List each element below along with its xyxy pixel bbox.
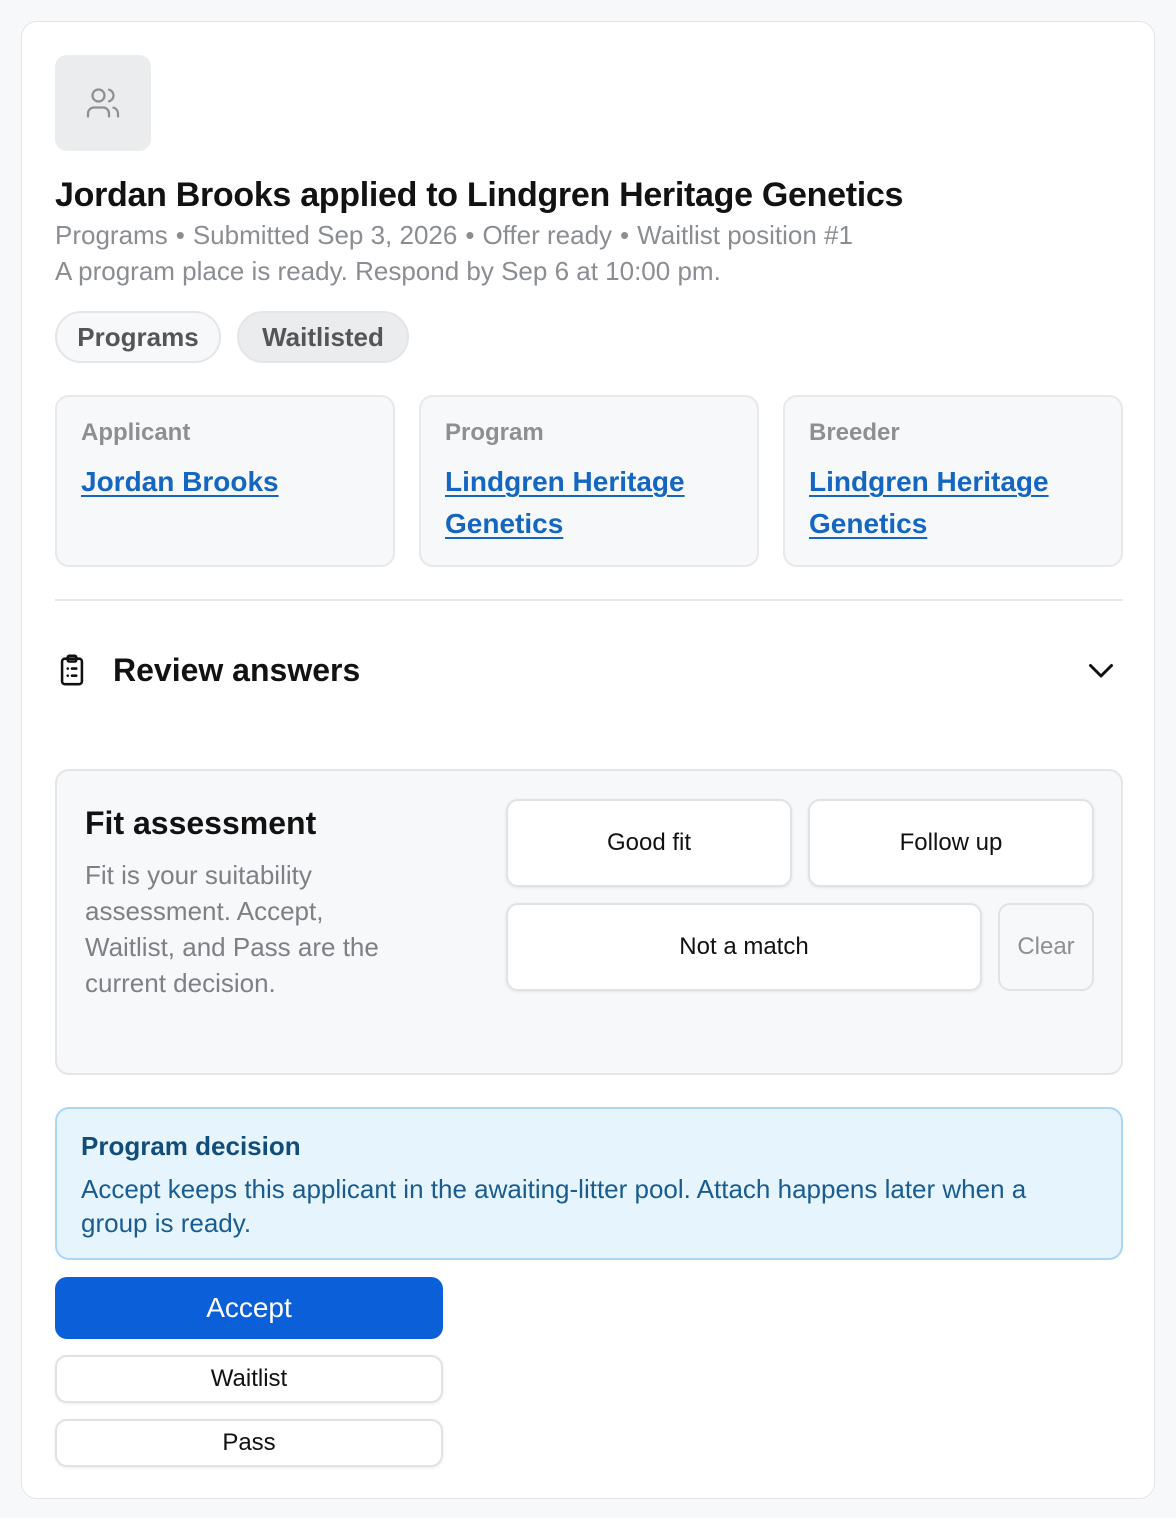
good-fit-button[interactable]: Good fit <box>506 799 792 887</box>
program-decision-info: Program decision Accept keeps this appli… <box>55 1107 1123 1260</box>
follow-up-button[interactable]: Follow up <box>808 799 1094 887</box>
not-a-match-button[interactable]: Not a match <box>506 903 982 991</box>
page-title: Jordan Brooks applied to Lindgren Herita… <box>55 176 904 214</box>
program-link[interactable]: Lindgren Heritage Genetics <box>445 466 685 539</box>
meta-submitted: Submitted Sep 3, 2026 <box>192 220 458 250</box>
deadline-note: A program place is ready. Respond by Sep… <box>55 256 721 286</box>
review-answers-toggle[interactable]: Review answers <box>55 640 1123 700</box>
applicant-label: Applicant <box>81 419 191 446</box>
fit-assessment-title: Fit assessment <box>85 805 317 841</box>
users-avatar <box>55 55 151 151</box>
program-card: Program Lindgren Heritage Genetics <box>419 395 759 567</box>
meta-offer-status: Offer ready <box>482 220 613 250</box>
breeder-link[interactable]: Lindgren Heritage Genetics <box>809 466 1049 539</box>
applicant-card: Applicant Jordan Brooks <box>55 395 395 567</box>
review-answers-label: Review answers <box>113 651 361 688</box>
pass-button[interactable]: Pass <box>55 1419 443 1467</box>
tag-programs: Programs <box>55 311 221 363</box>
application-card: Jordan Brooks applied to Lindgren Herita… <box>21 21 1155 1499</box>
waitlist-button[interactable]: Waitlist <box>55 1355 443 1403</box>
section-divider <box>55 599 1123 601</box>
clear-button[interactable]: Clear <box>998 903 1094 991</box>
users-icon <box>86 88 120 118</box>
program-decision-text: Accept keeps this applicant in the await… <box>81 1174 1027 1238</box>
breeder-label: Breeder <box>809 419 900 446</box>
accept-button[interactable]: Accept <box>55 1277 443 1339</box>
fit-assessment-panel: Fit assessment Fit is your suitability a… <box>55 769 1123 1075</box>
chevron-down-icon[interactable] <box>1083 652 1119 688</box>
application-meta: Programs • Submitted Sep 3, 2026 • Offer rea… <box>55 220 853 250</box>
meta-waitlist-position: Waitlist position #1 <box>637 220 853 250</box>
fit-assessment-description: Fit is your suitability assessment. Acce… <box>85 860 379 998</box>
program-label: Program <box>445 419 544 446</box>
clipboard-list-icon <box>60 654 84 686</box>
breeder-card: Breeder Lindgren Heritage Genetics <box>783 395 1123 567</box>
program-decision-title: Program decision <box>81 1131 301 1161</box>
applicant-link[interactable]: Jordan Brooks <box>81 466 279 497</box>
meta-category: Programs <box>55 220 168 250</box>
status-badge: Waitlisted <box>237 311 409 363</box>
